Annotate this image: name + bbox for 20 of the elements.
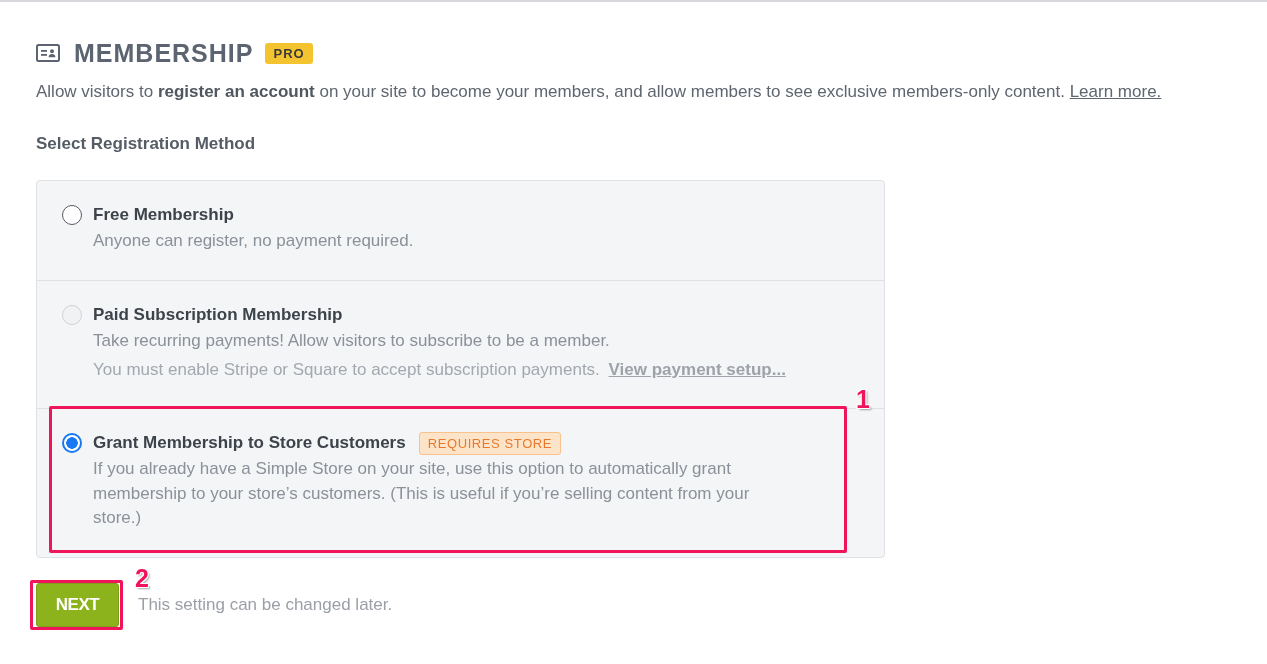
hint-text: This setting can be changed later.	[138, 593, 393, 616]
radio-button[interactable]	[62, 433, 82, 453]
option-description: If you already have a Simple Store on your site, use this option to automatically grant membership to your store’s customers. (This is useful if you’re selling content from your store.)	[93, 458, 751, 529]
page-title: MEMBERSHIP	[74, 38, 254, 68]
option-title: Free Membership	[93, 204, 234, 226]
requirement-tag: REQUIRES STORE	[418, 431, 562, 455]
radio-button[interactable]	[62, 205, 82, 225]
callout-number: 1	[856, 386, 870, 412]
option-description: Take recurring payments! Allow visitors to subscribe to be a member.	[93, 329, 611, 352]
intro-text: Allow visitors to register an account on your site to become your members, and allow members to see exclusive members-only content. Learn more.	[36, 81, 1163, 103]
option-description: Anyone can register, no payment required.	[93, 230, 415, 252]
option-note: You must enable Stripe or Square to accept subscription payments. View payment setup...	[93, 359, 787, 381]
id-card-icon	[36, 44, 60, 62]
learn-more-link[interactable]: Learn more.	[1069, 82, 1162, 101]
option-title: Paid Subscription Membership	[93, 303, 343, 326]
section-label: Select Registration Method	[36, 133, 257, 155]
pro-badge: PRO	[265, 42, 313, 64]
option-title: Grant Membership to Store Customers	[93, 432, 406, 454]
callout-number: 2	[135, 564, 149, 591]
next-button[interactable]: NEXT	[36, 582, 119, 627]
